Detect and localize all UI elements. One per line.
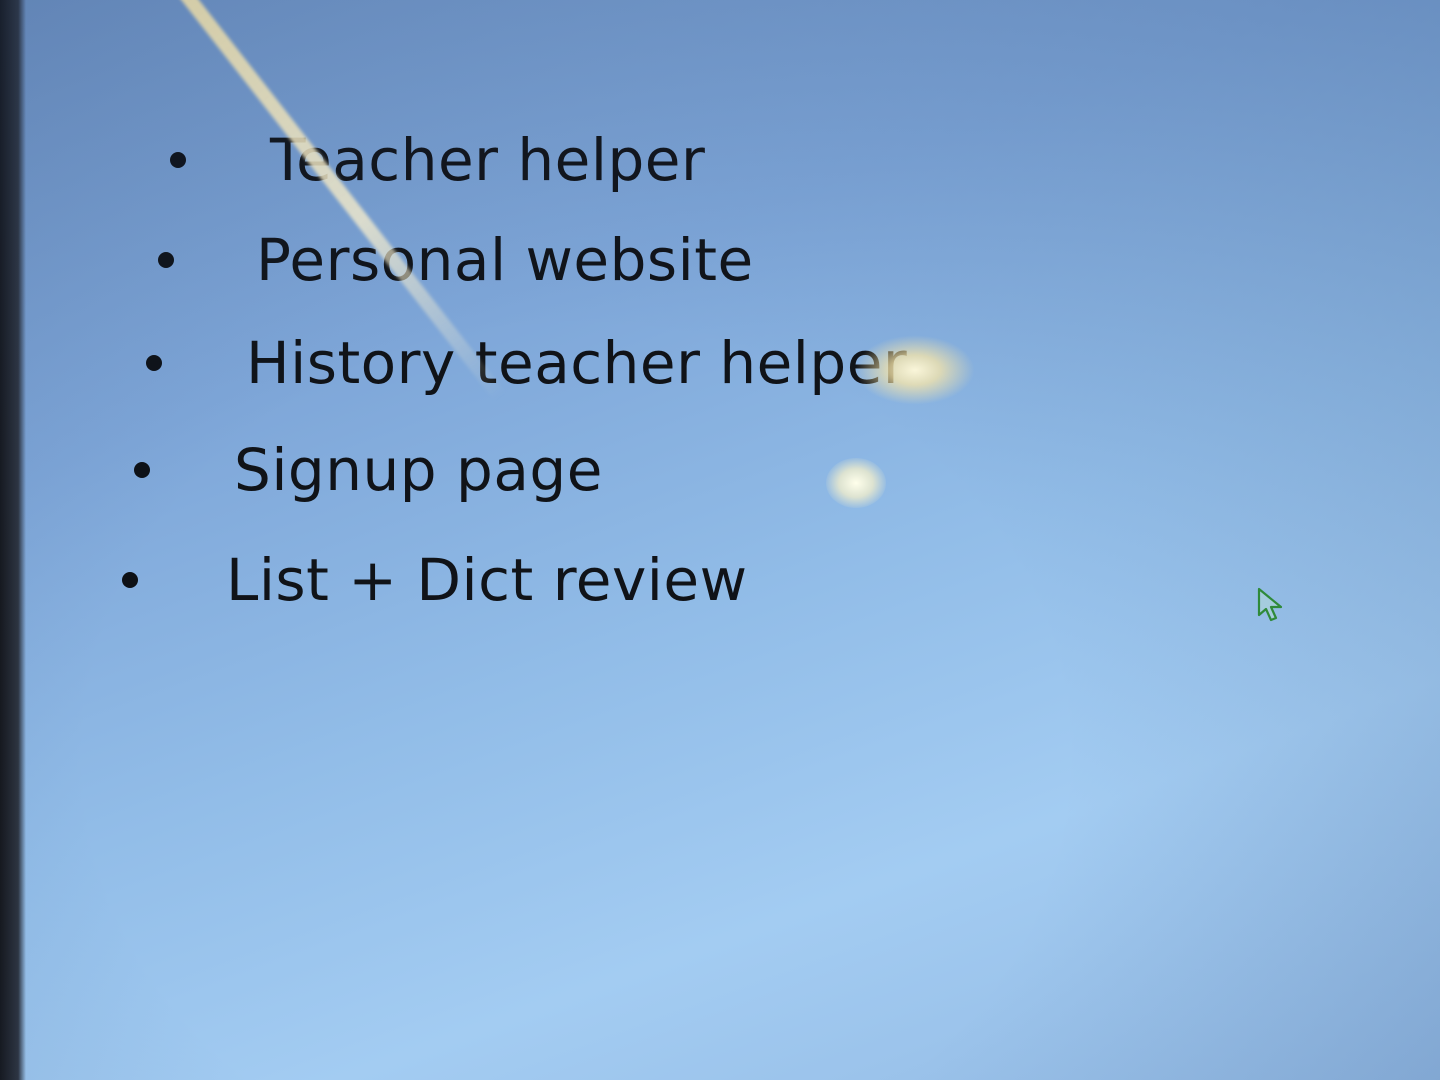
bullet-text: Personal website — [256, 226, 754, 294]
bullet-text: Signup page — [234, 436, 603, 504]
bullet-icon — [134, 462, 150, 478]
bullet-item: Teacher helper — [170, 115, 705, 205]
arrow-cursor-icon — [1257, 587, 1283, 622]
bullet-icon — [122, 572, 138, 588]
bullet-icon — [158, 252, 174, 268]
light-glare-spot — [855, 335, 975, 405]
bullet-icon — [146, 355, 162, 371]
bullet-text: History teacher helper — [246, 329, 908, 397]
presentation-slide: Teacher helper Personal website History … — [0, 0, 1440, 1080]
bullet-text: List + Dict review — [226, 546, 748, 614]
light-glare-spot — [826, 458, 886, 508]
bullet-item: Personal website — [158, 215, 754, 305]
bullet-item: List + Dict review — [122, 535, 748, 625]
bullet-item: History teacher helper — [146, 318, 907, 408]
bullet-icon — [170, 152, 186, 168]
bullet-item: Signup page — [134, 425, 603, 515]
